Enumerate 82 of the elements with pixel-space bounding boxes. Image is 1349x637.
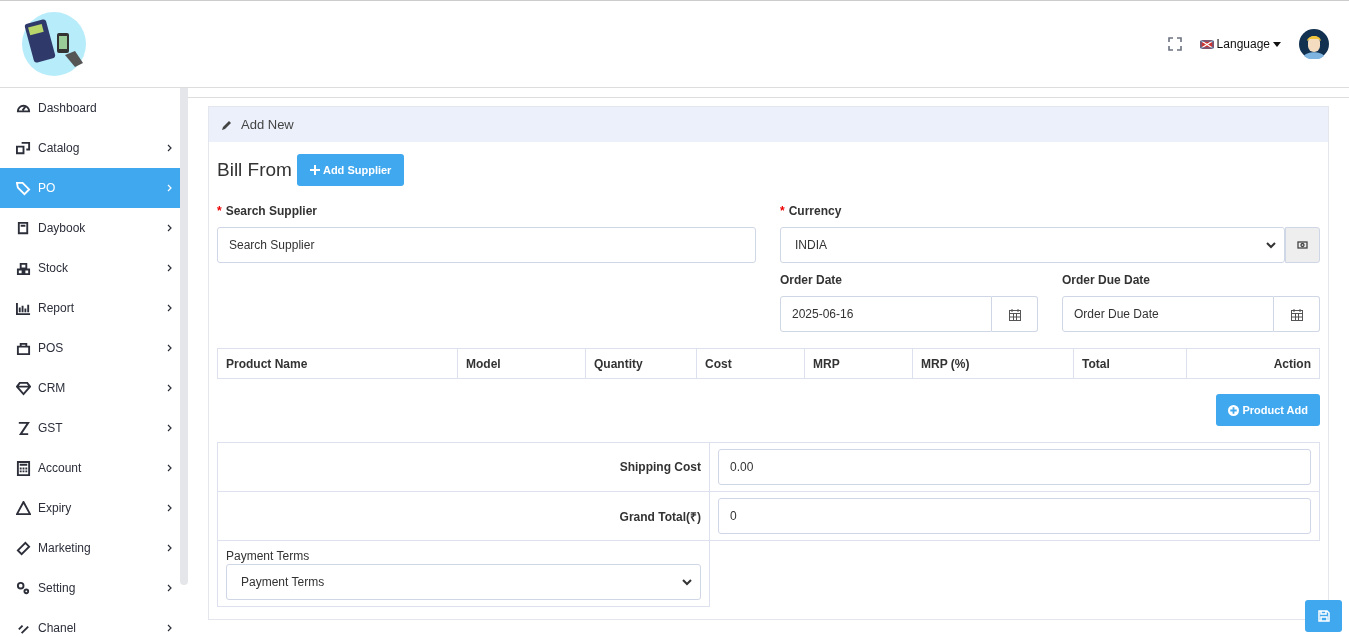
date-field[interactable]: 2025-06-16 [780, 296, 992, 332]
field-label: Currency [788, 204, 842, 218]
required-mark: * [780, 204, 785, 218]
menu-icon [16, 220, 31, 236]
sidebar-item[interactable]: Expiry [0, 488, 180, 528]
chevron-icon [167, 424, 172, 432]
chevron-icon [167, 624, 172, 632]
language-dropdown[interactable]: Language [1199, 37, 1281, 51]
calendar-icon [1008, 307, 1021, 321]
field-label: Search Supplier [225, 204, 318, 218]
chevron-icon [167, 224, 172, 232]
column-header: Cost [696, 348, 805, 379]
chevron-down-icon [682, 578, 692, 586]
scrollbar[interactable] [180, 88, 188, 585]
chevron-icon [167, 464, 172, 472]
sidebar-item[interactable]: Catalog [0, 128, 180, 168]
calendar-icon [1290, 307, 1303, 321]
chevron-icon [167, 544, 172, 552]
column-header: Product Name [217, 348, 458, 379]
chevron-down-icon [1266, 241, 1276, 249]
sidebar-item[interactable]: Chanel [0, 608, 180, 637]
chevron-icon [167, 304, 172, 312]
save-icon [1317, 610, 1330, 622]
logo-drawing [21, 11, 87, 77]
chevron-icon [167, 344, 172, 352]
column-header: Quantity [585, 348, 697, 379]
calendar-button[interactable] [992, 296, 1038, 332]
search-field[interactable]: Search Supplier [217, 227, 756, 263]
menu-icon [16, 580, 31, 596]
column-header: Model [457, 348, 586, 379]
sidebar-item[interactable]: POS [0, 328, 180, 368]
sidebar-item[interactable]: Marketing [0, 528, 180, 568]
column-header: MRP (%) [912, 348, 1074, 379]
field-label: Grand Total(₹) [619, 509, 701, 524]
payment-terms-select[interactable]: Payment Terms [226, 564, 701, 600]
menu-icon [16, 300, 31, 316]
column-header: MRP [804, 348, 913, 379]
section-heading: Bill From [217, 159, 292, 181]
pencil-icon [221, 118, 233, 131]
fullscreen-icon[interactable] [1167, 37, 1182, 51]
plus-icon [309, 165, 320, 175]
calendar-button[interactable] [1274, 296, 1320, 332]
menu-icon [16, 540, 31, 556]
menu-icon [16, 180, 31, 196]
menu-icon [16, 340, 31, 356]
chevron-icon [167, 384, 172, 392]
date-field[interactable]: Order Due Date [1062, 296, 1274, 332]
card-title: Add New [241, 117, 294, 132]
grand-total-field[interactable]: 0 [718, 498, 1311, 534]
sidebar-item[interactable]: Dashboard [0, 88, 180, 128]
field-label: Order Date [780, 273, 844, 287]
sidebar-item[interactable]: Setting [0, 568, 180, 608]
money-icon [1297, 241, 1308, 249]
currency-select[interactable]: INDIA [780, 227, 1285, 263]
sidebar-item[interactable]: Daybook [0, 208, 180, 248]
menu-icon [16, 500, 31, 516]
chevron-icon [167, 184, 172, 192]
flag-icon [1199, 39, 1214, 49]
field-label: Shipping Cost [619, 460, 701, 474]
shipping-cost-field[interactable]: 0.00 [718, 449, 1311, 485]
caret-icon [1273, 41, 1281, 47]
chevron-icon [167, 584, 172, 592]
sidebar-item[interactable]: Account [0, 448, 180, 488]
avatar-icon[interactable] [1299, 29, 1329, 59]
sidebar-item[interactable]: CRM [0, 368, 180, 408]
menu-icon [16, 260, 31, 276]
menu-icon [16, 380, 31, 396]
column-header: Total [1073, 348, 1187, 379]
sidebar-item[interactable]: GST [0, 408, 180, 448]
chevron-icon [167, 264, 172, 272]
menu-icon [16, 140, 31, 156]
field-label: Payment Terms [226, 549, 311, 563]
plus-circle-icon [1228, 404, 1240, 416]
chevron-icon [167, 504, 172, 512]
sidebar-item[interactable]: Stock [0, 248, 180, 288]
sidebar-item[interactable]: Report [0, 288, 180, 328]
field-label: Order Due Date [1062, 273, 1152, 287]
chevron-icon [167, 144, 172, 152]
menu-icon [16, 460, 31, 476]
menu-icon [16, 420, 31, 436]
required-mark: * [217, 204, 222, 218]
column-header: Action [1186, 348, 1320, 379]
